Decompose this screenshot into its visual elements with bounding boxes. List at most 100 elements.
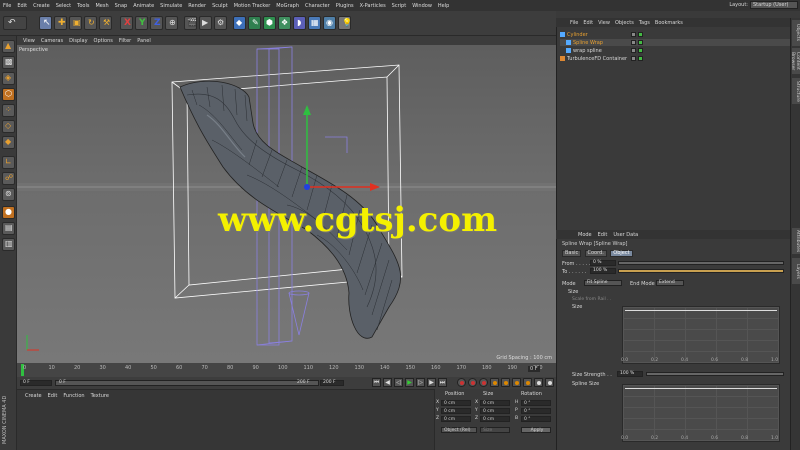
object-menu-item[interactable]: View <box>598 20 610 26</box>
graph-curve[interactable] <box>625 388 777 389</box>
attribute-tab[interactable]: Coord. <box>584 250 607 257</box>
autokey-button[interactable] <box>468 378 477 387</box>
enabled-check-icon[interactable] <box>638 40 643 45</box>
coord-rot-field[interactable]: 0 ° <box>521 416 551 422</box>
side-tab[interactable]: Structure <box>792 78 800 104</box>
size-section-header[interactable]: Size <box>568 289 578 295</box>
spline-size-graph[interactable]: 0.0 0.2 0.4 0.6 0.8 1.0 <box>621 384 780 442</box>
texture-mode-button[interactable]: ◈ <box>2 72 15 85</box>
coordinate-system-button[interactable]: ⊕ <box>165 16 178 30</box>
sculpt-button[interactable]: ● <box>2 206 15 219</box>
axis-mode-button[interactable]: ∟ <box>2 156 15 169</box>
lock-button[interactable]: ▥ <box>2 238 15 251</box>
render-view-button[interactable]: 🎬 <box>184 16 197 30</box>
viewport-menu-item[interactable]: Panel <box>137 38 151 44</box>
array-button[interactable]: ❖ <box>278 16 291 30</box>
attribute-tab[interactable]: Object <box>610 250 633 257</box>
menu-item[interactable]: Script <box>392 3 407 9</box>
prev-frame-button[interactable]: ◁ <box>394 378 403 387</box>
menu-item[interactable]: Motion Tracker <box>234 3 271 9</box>
menu-item[interactable]: Render <box>188 3 206 9</box>
size-strength-slider[interactable] <box>646 372 784 376</box>
undo-button[interactable]: ↶ <box>3 16 27 30</box>
make-editable-button[interactable]: ▲ <box>2 40 15 53</box>
axis-y-button[interactable]: Y <box>135 16 148 30</box>
end-frame-field[interactable]: 200 F <box>320 380 344 386</box>
graph-curve[interactable] <box>625 310 777 311</box>
attribute-tab[interactable]: Basic <box>562 250 582 257</box>
material-menu-item[interactable]: Function <box>63 393 84 399</box>
menu-item[interactable]: Sculpt <box>212 3 228 9</box>
visibility-toggle[interactable] <box>631 32 636 37</box>
key-position-button[interactable] <box>490 378 499 387</box>
menu-item[interactable]: Help <box>438 3 449 9</box>
object-name[interactable]: wrap spline <box>573 48 602 54</box>
coord-pos-field[interactable]: 0 cm <box>441 400 471 406</box>
viewport-menu-item[interactable]: Cameras <box>41 38 63 44</box>
object-name[interactable]: Cylinder <box>567 32 588 38</box>
render-settings-button[interactable]: ⚙ <box>214 16 227 30</box>
object-menu-item[interactable]: Tags <box>639 20 650 26</box>
viewport-menu-item[interactable]: View <box>23 38 35 44</box>
side-tab[interactable]: Layers <box>792 258 800 284</box>
object-name[interactable]: TurbulenceFD Container <box>567 56 627 62</box>
object-menu-item[interactable]: Bookmarks <box>655 20 683 26</box>
to-field[interactable]: 100 % <box>590 268 616 274</box>
object-row[interactable]: Spline Wrap <box>560 39 790 46</box>
object-row[interactable]: TurbulenceFD Container <box>560 55 790 62</box>
object-row[interactable]: wrap spline <box>560 47 790 54</box>
to-slider[interactable] <box>618 269 784 273</box>
timeline-ruler[interactable]: 0 10 20 30 40 50 60 70 80 90 100 110 120 130 140 150 160… <box>17 363 556 377</box>
menu-item[interactable]: Plugins <box>336 3 354 9</box>
coord-mode-select[interactable]: Object (Rel) <box>441 427 477 433</box>
coord-size-field[interactable]: 0 cm <box>480 408 510 414</box>
coord-rot-field[interactable]: 0 ° <box>521 408 551 414</box>
object-row[interactable]: Cylinder <box>560 31 790 38</box>
layout-select[interactable]: Startup (User) <box>750 1 798 9</box>
next-frame-button[interactable]: ▷ <box>416 378 425 387</box>
coord-size-mode-select[interactable]: Size <box>480 427 510 433</box>
axis-x-button[interactable]: X <box>120 16 133 30</box>
key-scale-button[interactable] <box>512 378 521 387</box>
viewport-menu-item[interactable]: Options <box>94 38 113 44</box>
object-menu-item[interactable]: Edit <box>583 20 593 26</box>
workplane-button[interactable]: ⬡ <box>2 88 15 101</box>
enabled-check-icon[interactable] <box>638 56 643 61</box>
size-graph[interactable]: 0.0 0.2 0.4 0.6 0.8 1.0 <box>621 306 780 364</box>
side-tab[interactable]: Objects <box>792 20 800 46</box>
attribute-menu-item[interactable]: User Data <box>613 232 638 238</box>
apply-button[interactable]: Apply <box>521 427 551 433</box>
end-mode-select[interactable]: Extend <box>656 280 684 286</box>
key-param-button[interactable] <box>523 378 532 387</box>
viewport-menu-item[interactable]: Display <box>69 38 87 44</box>
menu-item[interactable]: Create <box>33 3 50 9</box>
prev-key-button[interactable]: ◀ <box>383 378 392 387</box>
light-button[interactable]: 💡 <box>338 16 352 30</box>
start-frame-field[interactable]: 0 F <box>20 380 52 386</box>
menu-item[interactable]: Simulate <box>160 3 182 9</box>
axis-z-button[interactable]: Z <box>150 16 163 30</box>
snap-button[interactable]: ⊚ <box>2 188 15 201</box>
object-name[interactable]: Spline Wrap <box>573 40 603 46</box>
coord-pos-field[interactable]: 0 cm <box>441 408 471 414</box>
attribute-menu-item[interactable]: Mode <box>578 232 592 238</box>
tweak-mode-button[interactable]: ☍ <box>2 172 15 185</box>
scale-button[interactable]: ▣ <box>69 16 82 30</box>
recent-tool-button[interactable]: ⚒ <box>99 16 112 30</box>
record-button[interactable] <box>457 378 466 387</box>
visibility-toggle[interactable] <box>631 40 636 45</box>
go-to-end-button[interactable]: ⏭ <box>438 378 447 387</box>
menu-item[interactable]: Character <box>305 3 330 9</box>
go-to-start-button[interactable]: ⏮ <box>372 378 381 387</box>
side-tab[interactable]: Content Browser <box>790 48 800 74</box>
menu-item[interactable]: Edit <box>17 3 27 9</box>
from-slider[interactable] <box>618 261 784 265</box>
camera-button[interactable]: ◉ <box>323 16 336 30</box>
viewport-menu-item[interactable]: Filter <box>119 38 131 44</box>
coord-size-field[interactable]: 0 cm <box>480 416 510 422</box>
polygons-mode-button[interactable]: ◆ <box>2 136 15 149</box>
menu-item[interactable]: Animate <box>133 3 154 9</box>
play-button[interactable]: ▶ <box>405 378 414 387</box>
coord-pos-field[interactable]: 0 cm <box>441 416 471 422</box>
enabled-check-icon[interactable] <box>638 48 643 53</box>
